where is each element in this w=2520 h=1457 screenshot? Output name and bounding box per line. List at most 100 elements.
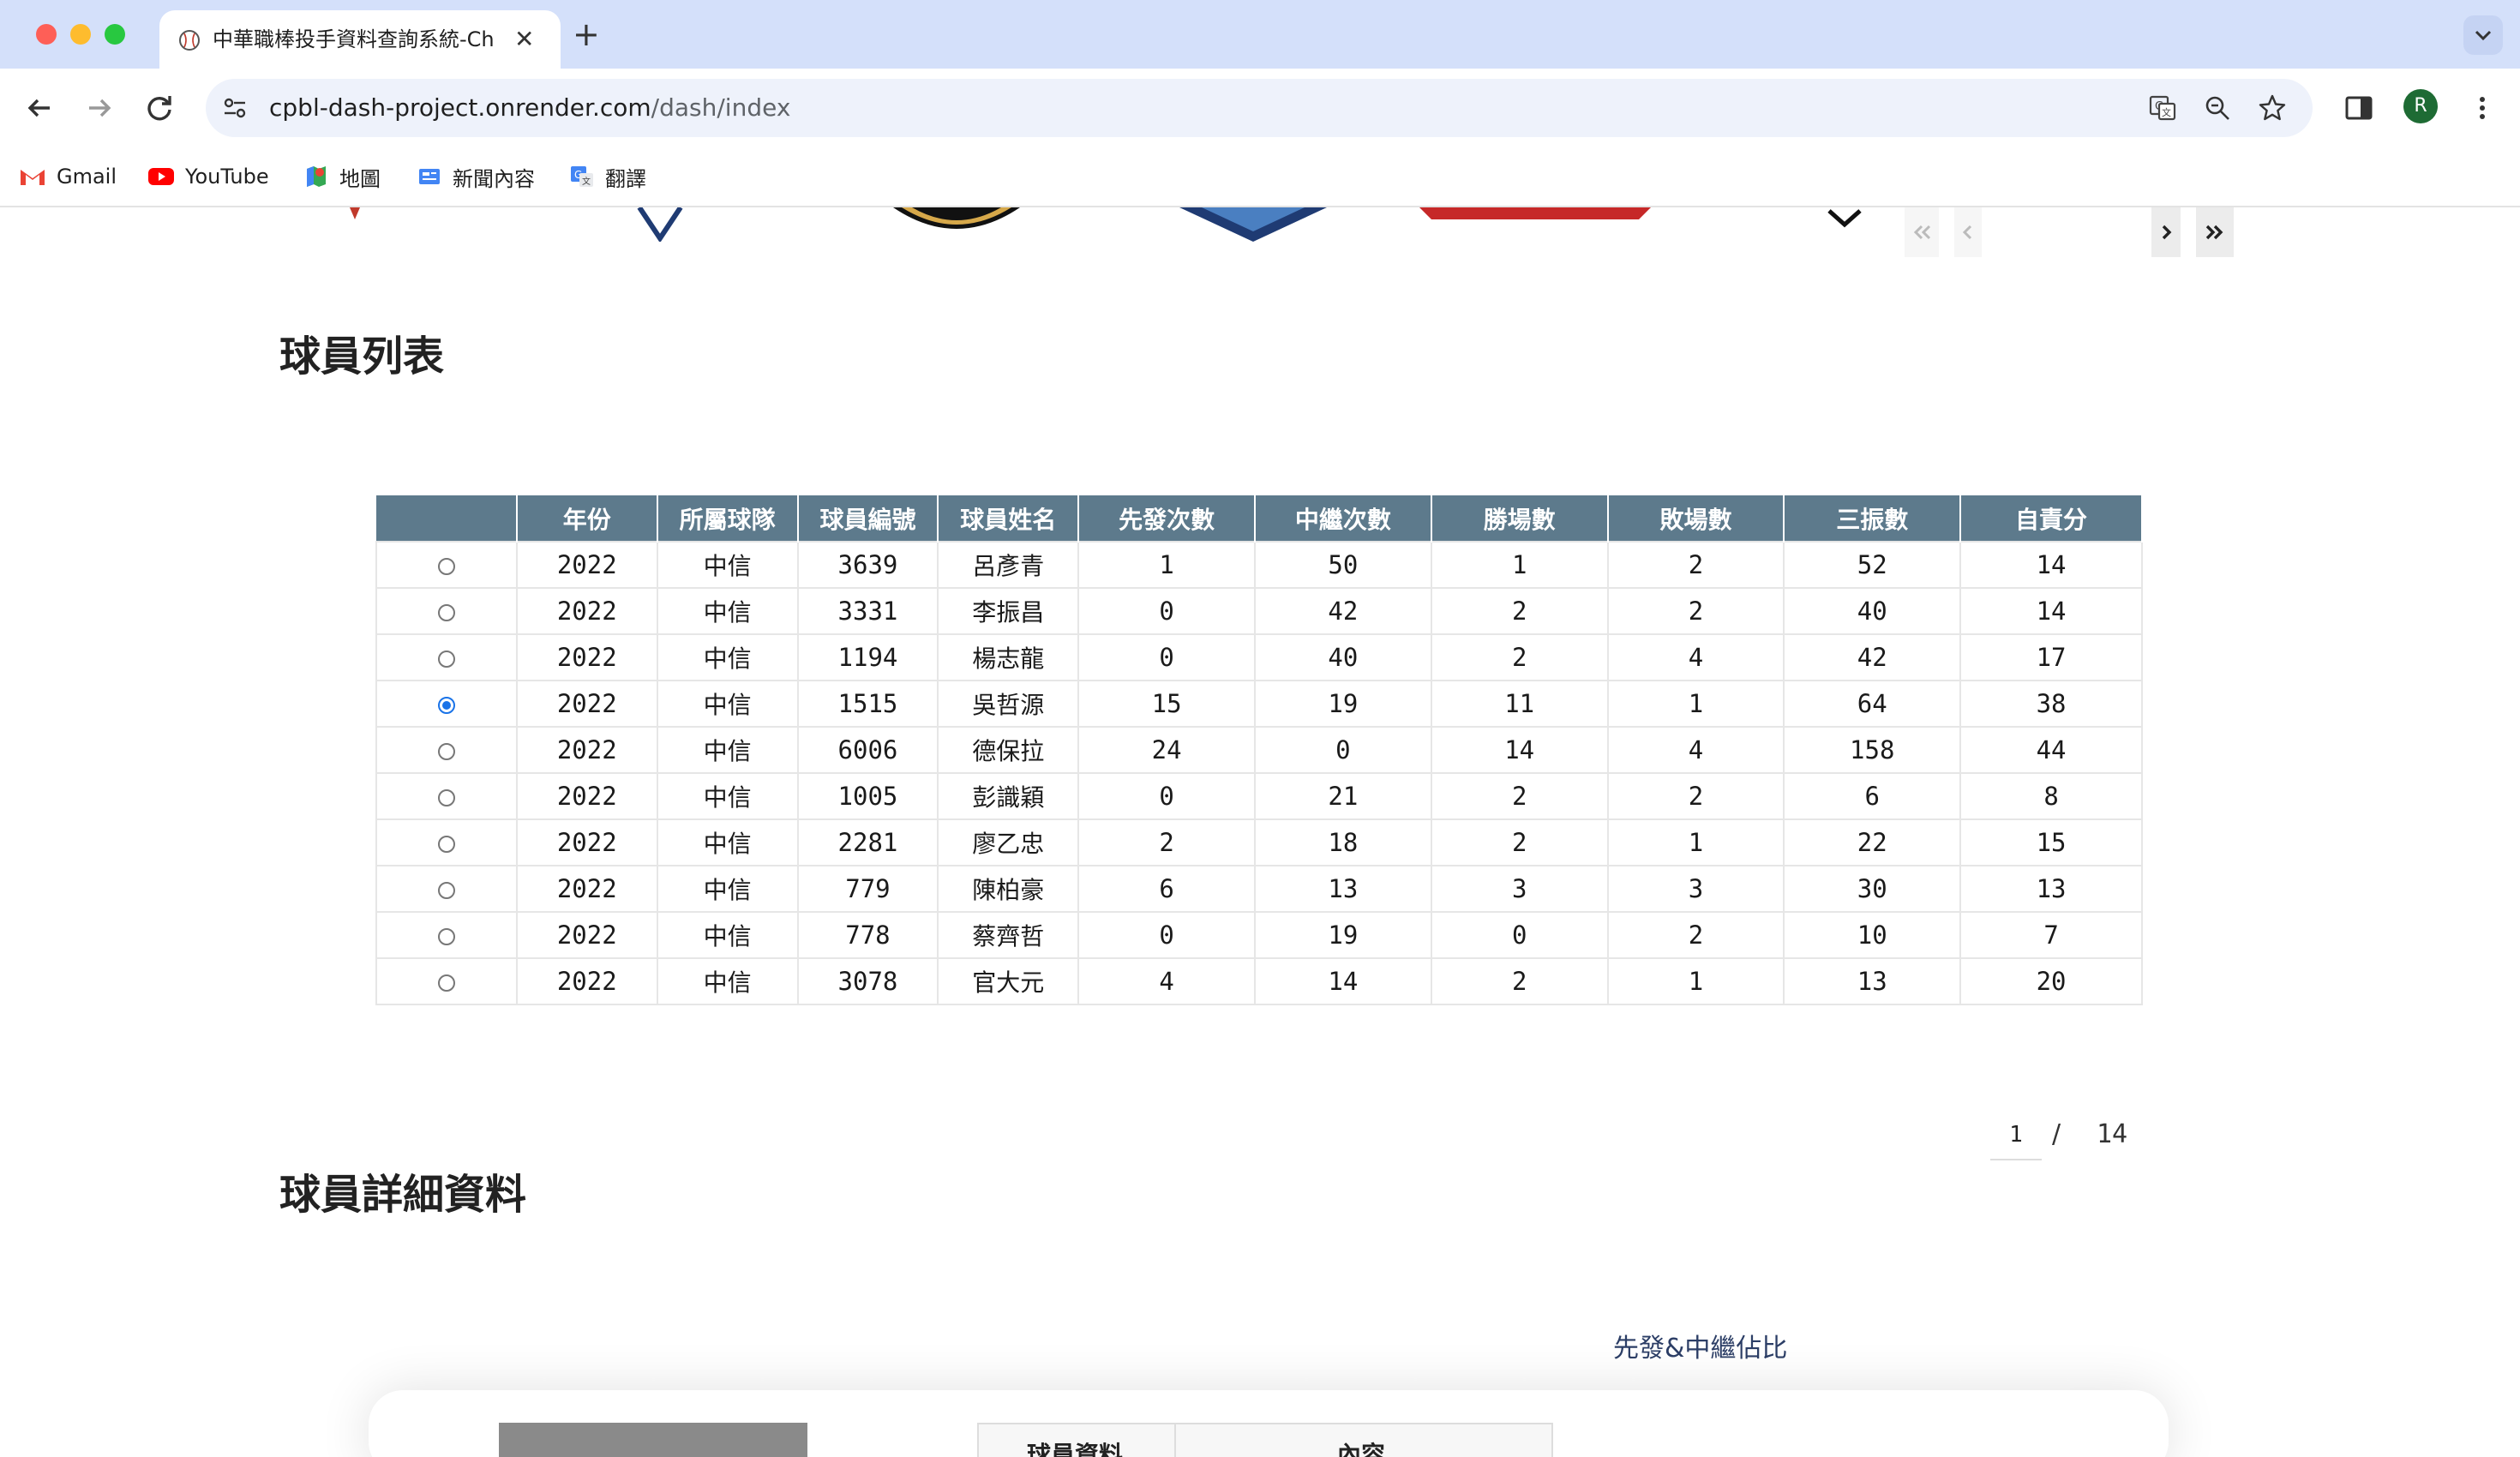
table-cell: 14 [1959, 587, 2143, 635]
team-logo-4[interactable] [1176, 207, 1330, 245]
table-cell: 779 [796, 865, 939, 913]
row-select-radio[interactable] [437, 697, 455, 714]
profile-avatar[interactable]: R [2403, 89, 2438, 123]
page-number-input[interactable] [1990, 1111, 2042, 1160]
bookmark-youtube[interactable]: YouTube [147, 159, 269, 194]
page-separator: / [2052, 1119, 2061, 1149]
table-cell: 0 [1077, 772, 1256, 820]
team-logo-5[interactable] [1419, 207, 1651, 221]
bookmark-news[interactable]: 新聞內容 [417, 159, 535, 194]
bookmark-gmail[interactable]: Gmail [19, 159, 117, 194]
prev-page-button[interactable] [1954, 207, 1982, 257]
first-page-button[interactable] [1905, 207, 1939, 257]
table-cell: 中信 [656, 587, 799, 635]
tab-search-button[interactable] [2463, 15, 2503, 55]
table-cell: 呂彥青 [937, 541, 1080, 589]
table-row[interactable]: 2022 中信 778 蔡齊哲 0 19 0 2 10 7 [375, 911, 2143, 959]
table-cell: 15 [1077, 680, 1256, 728]
zoom-icon[interactable] [2203, 93, 2232, 123]
row-select-radio[interactable] [437, 743, 455, 760]
table-row[interactable]: 2022 中信 3078 官大元 4 14 2 1 13 20 [375, 957, 2143, 1005]
table-row[interactable]: 2022 中信 1194 楊志龍 0 40 2 4 42 17 [375, 633, 2143, 681]
table-row[interactable]: 2022 中信 779 陳柏豪 6 13 3 3 30 13 [375, 865, 2143, 913]
column-header: 年份 [516, 495, 658, 542]
address-bar[interactable]: cpbl-dash-project.onrender.com/dash/inde… [206, 79, 2313, 137]
table-row[interactable]: 2022 中信 1515 吳哲源 15 19 11 1 64 38 [375, 680, 2143, 728]
table-cell: 彭識穎 [937, 772, 1080, 820]
table-cell: 2022 [515, 772, 658, 820]
table-cell: 2 [1606, 772, 1785, 820]
column-header: 三振數 [1784, 495, 1962, 542]
tab-close-icon[interactable]: ✕ [514, 26, 534, 53]
row-select-radio[interactable] [437, 651, 455, 668]
table-row[interactable]: 2022 中信 3639 呂彥青 1 50 1 2 52 14 [375, 541, 2143, 589]
tab-title: 中華職棒投手資料查詢系統-Ch [213, 27, 495, 51]
team-logo-3[interactable] [888, 207, 1025, 233]
reload-icon[interactable] [141, 89, 178, 127]
last-page-button[interactable] [2196, 207, 2234, 257]
column-header: 球員編號 [797, 495, 939, 542]
row-select-radio[interactable] [437, 789, 455, 806]
table-cell: 2 [1606, 911, 1785, 959]
table-cell: 中信 [656, 680, 799, 728]
table-row[interactable]: 2022 中信 1005 彭識穎 0 21 2 2 6 8 [375, 772, 2143, 820]
new-tab-button[interactable]: + [573, 17, 600, 51]
row-select-radio[interactable] [437, 558, 455, 575]
row-select-radio[interactable] [437, 836, 455, 853]
team-logo-2[interactable] [634, 207, 686, 242]
table-cell: 0 [1430, 911, 1609, 959]
close-window-button[interactable] [36, 24, 57, 45]
table-cell: 0 [1254, 726, 1432, 774]
team-logo-6[interactable] [1826, 207, 1863, 228]
table-cell: 蔡齊哲 [937, 911, 1080, 959]
forward-arrow-icon[interactable] [81, 89, 118, 127]
table-cell: 4 [1077, 957, 1256, 1005]
row-select-cell [375, 726, 518, 774]
more-menu-icon[interactable] [2465, 91, 2499, 125]
row-select-radio[interactable] [437, 604, 455, 621]
team-logo-1[interactable] [346, 207, 367, 225]
bookmarks-bar: Gmail YouTube 地圖 新聞內容 G文 翻譯 [0, 147, 2520, 207]
row-select-radio[interactable] [437, 928, 455, 945]
player-detail-title: 球員詳細資料 [279, 1171, 527, 1219]
row-select-cell [375, 865, 518, 913]
side-panel-icon[interactable] [2342, 91, 2376, 125]
table-row[interactable]: 2022 中信 2281 廖乙忠 2 18 2 1 22 15 [375, 818, 2143, 866]
table-cell: 21 [1254, 772, 1432, 820]
column-header: 所屬球隊 [657, 495, 799, 542]
table-cell: 8 [1959, 772, 2143, 820]
row-select-radio[interactable] [437, 882, 455, 899]
table-cell: 官大元 [937, 957, 1080, 1005]
site-info-icon[interactable] [221, 94, 249, 122]
table-cell: 中信 [656, 911, 799, 959]
table-row[interactable]: 2022 中信 3331 李振昌 0 42 2 2 40 14 [375, 587, 2143, 635]
table-cell: 38 [1959, 680, 2143, 728]
table-cell: 11 [1430, 680, 1609, 728]
back-arrow-icon[interactable] [21, 89, 58, 127]
table-cell: 20 [1959, 957, 2143, 1005]
table-cell: 1 [1606, 957, 1785, 1005]
table-cell: 李振昌 [937, 587, 1080, 635]
minimize-window-button[interactable] [70, 24, 91, 45]
bookmark-maps[interactable]: 地圖 [303, 159, 381, 194]
bookmark-translate[interactable]: G文 翻譯 [569, 159, 646, 194]
row-select-cell [375, 911, 518, 959]
table-cell: 3 [1606, 865, 1785, 913]
table-row[interactable]: 2022 中信 6006 德保拉 24 0 14 4 158 44 [375, 726, 2143, 774]
column-header: 自責分 [1960, 495, 2143, 542]
detail-col-header-content: 內容 [1337, 1441, 1386, 1457]
active-tab[interactable]: 中華職棒投手資料查詢系統-Ch ✕ [159, 10, 561, 69]
player-detail-table: 球員資料 內容 [977, 1423, 1553, 1457]
maximize-window-button[interactable] [105, 24, 125, 45]
table-cell: 19 [1254, 911, 1432, 959]
translate-page-icon[interactable]: G 文 [2148, 93, 2177, 123]
next-page-button[interactable] [2151, 207, 2181, 257]
table-cell: 3078 [796, 957, 939, 1005]
table-cell: 10 [1783, 911, 1962, 959]
gmail-icon [21, 170, 45, 185]
row-select-radio[interactable] [437, 974, 455, 992]
browser-toolbar: cpbl-dash-project.onrender.com/dash/inde… [0, 69, 2520, 147]
table-cell: 2022 [515, 726, 658, 774]
table-cell: 15 [1959, 818, 2143, 866]
bookmark-star-icon[interactable] [2258, 93, 2287, 123]
